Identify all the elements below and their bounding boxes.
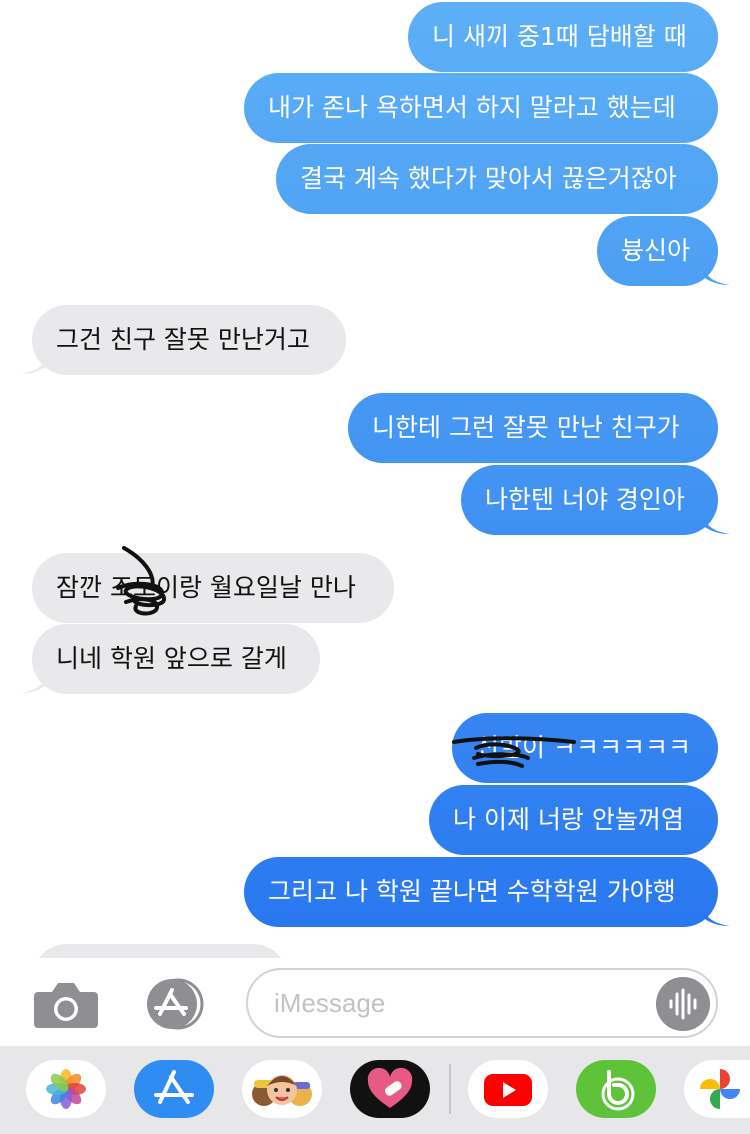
outgoing-message[interactable]: 신발이 ㅋㅋㅋㅋㅋㅋ [452,713,718,783]
outgoing-message[interactable]: 니 새끼 중1때 담배할 때 [408,2,718,72]
heart-sticker-app-icon[interactable] [350,1060,430,1118]
band-app-icon[interactable] [576,1060,656,1118]
incoming-message[interactable]: 니네 학원 앞으로 갈게 [32,624,320,694]
outgoing-message[interactable]: 븅신아 [597,216,718,286]
outgoing-message[interactable]: 나 이제 너랑 안놀꺼염 [429,785,718,855]
outgoing-message[interactable]: 그리고 나 학원 끝나면 수학학원 가야행 [244,857,718,927]
google-photos-app-icon[interactable] [684,1060,750,1118]
message-thread: 니 새끼 중1때 담배할 때 내가 존나 욕하면서 하지 말라고 했는데 결국 계속… [0,0,750,958]
outgoing-message[interactable]: 결국 계속 했다가 맞아서 끊은거잖아 [276,144,718,214]
app-store-app-icon[interactable] [134,1060,214,1118]
incoming-message[interactable]: 그건 친구 잘못 만난거고 [32,305,346,375]
outgoing-message[interactable]: 니한테 그런 잘못 만난 친구가 [348,393,718,463]
camera-icon[interactable] [34,980,98,1030]
drawer-divider [449,1064,451,1114]
outgoing-message[interactable]: 내가 존나 욕하면서 하지 말라고 했는데 [244,73,718,143]
message-placeholder: iMessage [274,988,386,1018]
audio-waveform-icon[interactable] [656,977,710,1031]
message-input[interactable]: iMessage [246,968,718,1038]
outgoing-message[interactable]: 나한텐 너야 경인아 [461,465,718,535]
youtube-app-icon[interactable] [468,1060,548,1118]
memoji-app-icon[interactable] [242,1060,322,1118]
incoming-message[interactable]: 잠깐 조도이랑 월요일날 만나 [32,553,394,623]
app-store-button-icon[interactable] [140,978,212,1030]
incoming-message-partial[interactable] [32,944,288,958]
photos-app-icon[interactable] [26,1060,106,1118]
